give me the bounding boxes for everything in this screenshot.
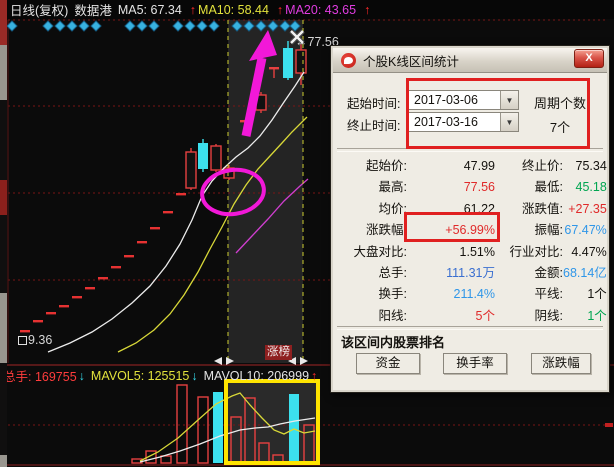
- high-arrow-icon: ←: [295, 35, 308, 49]
- window-edge: [0, 45, 7, 100]
- window-edge: [0, 215, 7, 293]
- start-date-label: 起始时间:: [347, 93, 400, 112]
- stat-value: 75.34: [563, 156, 607, 177]
- mavol10-up-arrow-icon: ↑: [311, 369, 317, 383]
- volume-info-bar: 总手: 169755↓ MAVOL5: 125515↓ MAVOL10: 206…: [3, 366, 317, 385]
- stat-label: 涨跌幅:: [337, 220, 407, 241]
- ma5-up-arrow-icon: ↑: [190, 3, 196, 17]
- stat-label: 振幅:: [495, 220, 563, 241]
- volume-down-arrow-icon: ↓: [79, 369, 85, 383]
- stat-value: 111.31万: [407, 263, 495, 284]
- end-date-label: 终止时间:: [347, 115, 400, 134]
- mavol5-down-arrow-icon: ↓: [191, 369, 197, 383]
- rank-by-funds-button[interactable]: 资金: [356, 353, 420, 374]
- stat-label: 阴线:: [495, 306, 563, 327]
- rank-by-change-button[interactable]: 涨跌幅: [531, 353, 591, 374]
- stat-value: 68.14亿: [563, 263, 607, 284]
- low-marker-icon: [18, 336, 27, 345]
- stat-label: 最低:: [495, 177, 563, 198]
- app-logo-icon: [341, 53, 356, 68]
- divider: [337, 326, 603, 330]
- stat-label: 金额:: [495, 263, 563, 284]
- ma10-value: MA10: 58.44: [198, 3, 269, 17]
- window-edge: [0, 0, 7, 45]
- low-price-label: 9.36: [28, 333, 52, 347]
- dialog-title-bar[interactable]: 个股K线区间统计: [333, 48, 607, 73]
- stat-label: 终止价:: [495, 156, 563, 177]
- stat-label: 起始价:: [337, 156, 407, 177]
- stat-label: 总手:: [337, 263, 407, 284]
- mavol10-value: MAVOL10: 206999: [204, 369, 309, 383]
- window-edge: [0, 293, 7, 363]
- stat-value: +27.35: [563, 199, 607, 220]
- stat-value: 67.47%: [563, 220, 607, 241]
- window-edge: [0, 455, 7, 467]
- stat-value: 1个: [563, 306, 607, 327]
- stat-value: 77.56: [407, 177, 495, 198]
- stat-label: 最高:: [337, 177, 407, 198]
- stat-value: 5个: [407, 306, 495, 327]
- ma5-value: MA5: 67.34: [118, 3, 182, 17]
- ma20-value: MA20: 43.65: [285, 3, 356, 17]
- close-button[interactable]: X: [574, 49, 604, 68]
- ma10-up-arrow-icon: ↑: [277, 3, 283, 17]
- mavol5-value: MAVOL5: 125515: [91, 369, 189, 383]
- stat-label: 换手:: [337, 284, 407, 305]
- stat-label: 平线:: [495, 284, 563, 305]
- period-label: 日线(复权): [10, 0, 68, 19]
- window-edge: [0, 100, 7, 180]
- stat-label: 阳线:: [337, 306, 407, 327]
- low-price-marker: 9.36: [18, 333, 52, 347]
- kline-window: 日线(复权) 数据港 MA5: 67.34↑ MA10: 58.44↑ MA20…: [0, 0, 614, 467]
- stat-value: 211.4%: [407, 284, 495, 305]
- stat-value: 4.47%: [563, 242, 607, 263]
- ranking-header: 该区间内股票排名: [341, 332, 445, 351]
- stat-label: 行业对比:: [495, 242, 563, 263]
- stat-label: 均价:: [337, 199, 407, 220]
- window-edge: [0, 180, 7, 215]
- rank-by-turnover-button[interactable]: 换手率: [443, 353, 507, 374]
- volume-value: 总手: 169755: [3, 366, 77, 385]
- stat-value: 1个: [563, 284, 607, 305]
- ma20-up-arrow-icon: ↑: [364, 3, 370, 17]
- stock-name: 数据港: [74, 0, 112, 19]
- dialog-title: 个股K线区间统计: [363, 51, 459, 70]
- annotation-box-dates: [406, 78, 590, 149]
- rank-tag[interactable]: 涨榜: [265, 345, 292, 360]
- chart-info-bar: 日线(复权) 数据港 MA5: 67.34↑ MA10: 58.44↑ MA20…: [0, 0, 614, 19]
- stat-label: 涨跌值:: [495, 199, 563, 220]
- annotation-box-change: [404, 212, 500, 242]
- stat-value: 1.51%: [407, 242, 495, 263]
- window-edge: [0, 363, 7, 455]
- stat-value: 47.99: [407, 156, 495, 177]
- stat-label: 大盘对比:: [337, 242, 407, 263]
- stat-value: 45.18: [563, 177, 607, 198]
